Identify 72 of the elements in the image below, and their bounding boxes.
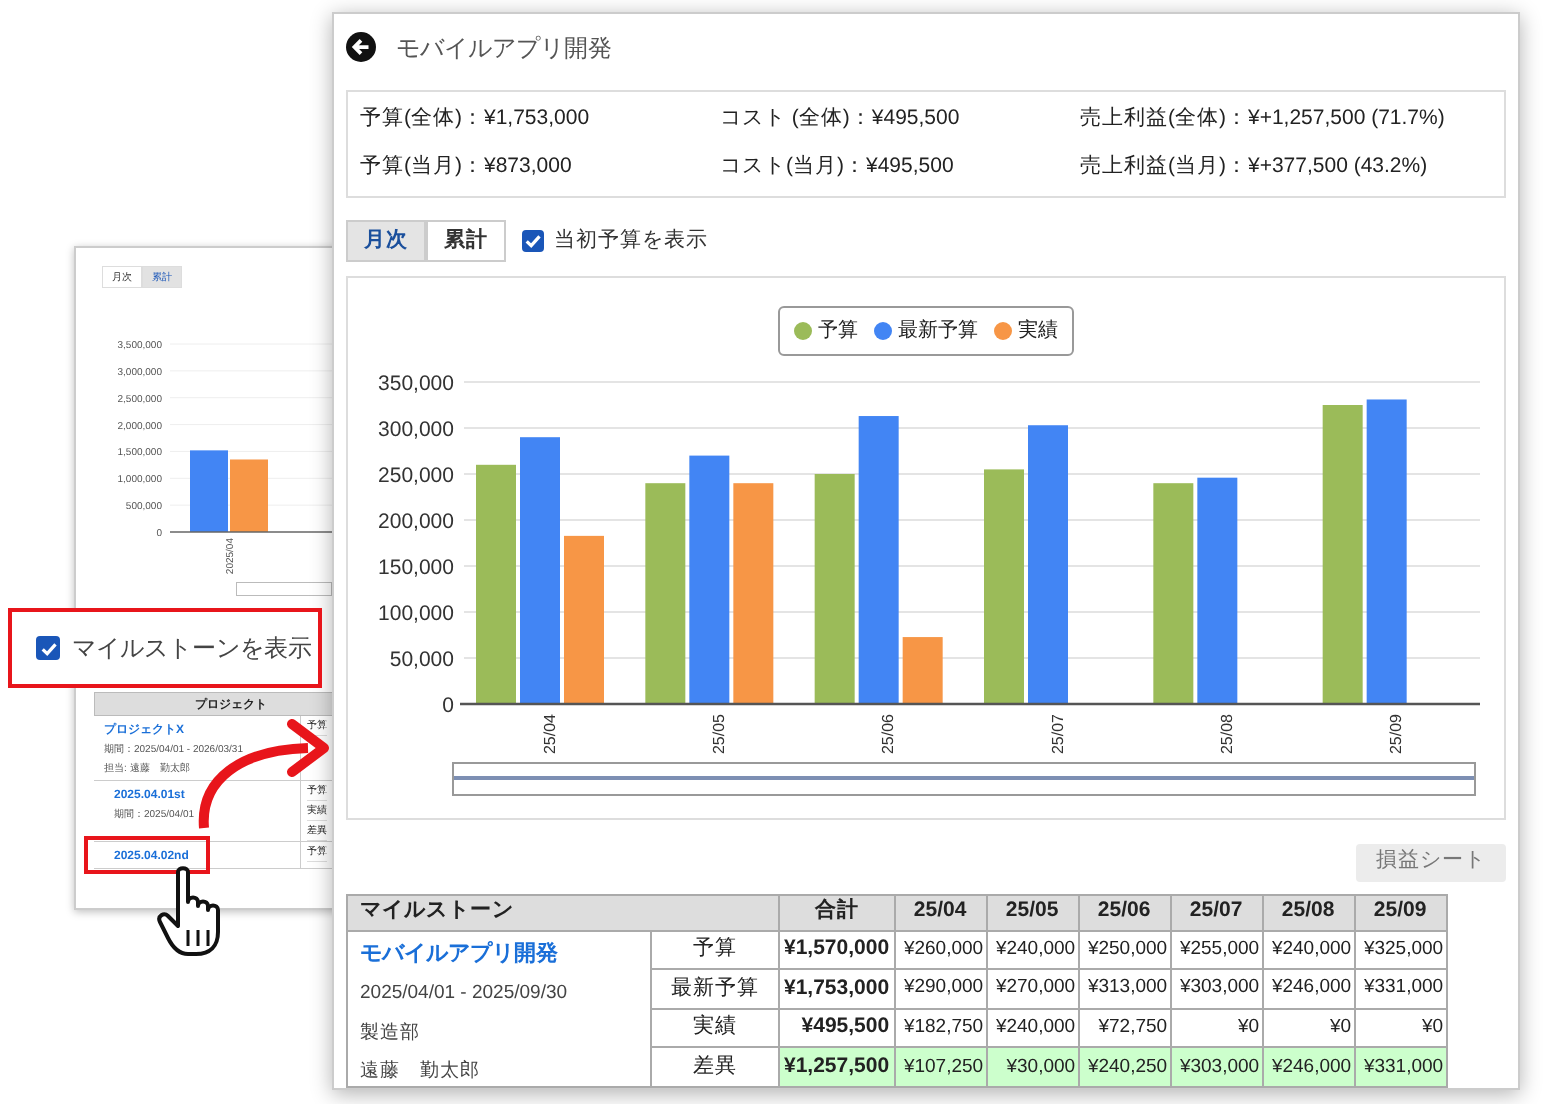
summary-item: 売上利益(全体)：¥+1,257,500 (71.7%)	[1080, 103, 1447, 134]
x-axis-label: 25/04	[540, 713, 559, 754]
value-cell: ¥325,000	[1354, 930, 1447, 970]
pl-sheet-button[interactable]: 損益シート	[1356, 843, 1506, 882]
value-cell: ¥240,000	[986, 930, 1079, 970]
y-axis-label: 0	[442, 693, 454, 718]
column-header: 25/07	[1170, 894, 1263, 931]
summary-item: 売上利益(当月)：¥+377,500 (43.2%)	[1080, 152, 1430, 183]
bar	[190, 450, 228, 532]
y-axis-label: 300,000	[378, 417, 454, 442]
checkbox[interactable]	[36, 636, 60, 660]
total-cell: ¥1,753,000	[779, 969, 895, 1009]
legend-label: 最新予算	[898, 317, 978, 346]
row-label: 実績	[651, 1008, 779, 1048]
y-axis-label: 250,000	[378, 463, 454, 488]
column-header: 合計	[779, 894, 895, 931]
y-axis-label: 200,000	[378, 509, 454, 534]
column-header: 25/04	[894, 894, 987, 931]
y-axis-label: 350,000	[378, 371, 454, 396]
x-axis-label: 25/06	[879, 713, 898, 754]
value-cell: ¥303,000	[1170, 1047, 1263, 1087]
column-header: 25/08	[1262, 894, 1355, 931]
legend-label: 予算	[818, 317, 858, 346]
x-axis-label: 25/07	[1048, 713, 1067, 754]
y-axis-label: 100,000	[378, 601, 454, 626]
y-axis-label: 50,000	[389, 647, 454, 672]
milestone-department: 製造部	[360, 1019, 422, 1047]
checkbox[interactable]	[522, 230, 544, 253]
summary-item: 予算(当月)：¥873,000	[360, 152, 574, 183]
value-cell: ¥246,000	[1262, 969, 1355, 1009]
range-navigator[interactable]	[452, 761, 1476, 796]
bar	[230, 459, 268, 532]
highlight-frame	[84, 836, 210, 874]
bar	[902, 636, 943, 704]
value-cell: ¥331,000	[1354, 1047, 1447, 1087]
y-axis-label: 150,000	[378, 555, 454, 580]
milestone-link[interactable]: モバイルアプリ開発	[360, 937, 638, 971]
value-cell: ¥331,000	[1354, 969, 1447, 1009]
column-header: 25/06	[1078, 894, 1171, 931]
value-cell: ¥260,000	[894, 930, 987, 970]
page-title: モバイルアプリ開発	[396, 31, 612, 66]
value-cell: ¥250,000	[1078, 930, 1171, 970]
view-tab[interactable]: 月次	[346, 220, 426, 263]
milestone-owner: 遠藤 勤太郎	[360, 1057, 482, 1086]
summary-item: コスト(当月)：¥495,500	[720, 152, 956, 183]
summary-item: コスト (全体)：¥495,500	[720, 103, 962, 134]
value-cell: ¥255,000	[1170, 930, 1263, 970]
legend-label: 実績	[1018, 317, 1058, 346]
x-axis-label: 25/08	[1218, 713, 1236, 754]
summary-item: 予算(全体)：¥1,753,000	[360, 103, 592, 134]
value-cell: ¥270,000	[986, 969, 1079, 1009]
row-label: 最新予算	[651, 969, 779, 1009]
column-header: 25/09	[1354, 894, 1447, 931]
total-cell: ¥1,570,000	[779, 930, 895, 970]
milestone-period: 2025/04/01 - 2025/09/30	[360, 980, 570, 1009]
value-cell: ¥290,000	[894, 969, 987, 1009]
value-cell: ¥240,000	[1262, 930, 1355, 970]
checkbox-label[interactable]: マイルストーンを表示	[72, 630, 312, 666]
column-header: 25/05	[986, 894, 1079, 931]
value-cell: ¥30,000	[986, 1047, 1079, 1087]
column-header: マイルストーン	[347, 894, 779, 931]
x-axis-label: 25/09	[1387, 713, 1406, 754]
value-cell: ¥240,250	[1078, 1047, 1171, 1087]
value-cell: ¥107,250	[894, 1047, 987, 1087]
value-cell: ¥313,000	[1078, 969, 1171, 1009]
value-cell: ¥246,000	[1262, 1047, 1355, 1087]
x-axis-label: 25/05	[710, 713, 728, 754]
value-cell: ¥303,000	[1170, 969, 1263, 1009]
view-tab[interactable]: 累計	[426, 220, 506, 263]
row-label: 予算	[651, 930, 779, 970]
checkbox-label[interactable]: 当初予算を表示	[554, 225, 708, 258]
total-cell: ¥1,257,500	[779, 1047, 895, 1087]
